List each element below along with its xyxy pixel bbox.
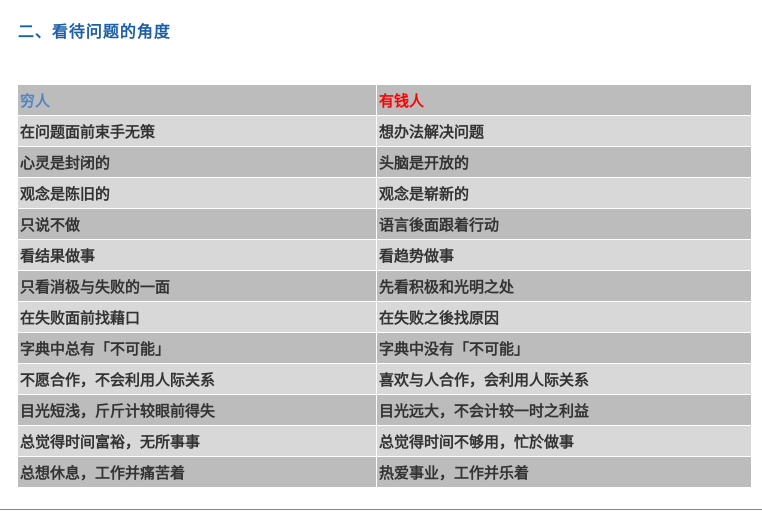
cell-poor: 只看消极与失败的一面 bbox=[17, 270, 377, 302]
cell-rich: 在失败之後找原因 bbox=[376, 301, 752, 333]
cell-poor: 只说不做 bbox=[17, 208, 377, 240]
cell-poor: 心灵是封闭的 bbox=[17, 146, 377, 178]
cell-poor: 在问题面前束手无策 bbox=[17, 115, 377, 147]
cell-poor: 在失败面前找藉口 bbox=[17, 301, 377, 333]
cell-rich: 想办法解决问题 bbox=[376, 115, 752, 147]
table-row: 在问题面前束手无策 想办法解决问题 bbox=[17, 115, 752, 147]
table-row: 目光短浅，斤斤计较眼前得失 目光远大，不会计较一时之利益 bbox=[17, 394, 752, 426]
cell-poor: 观念是陈旧的 bbox=[17, 177, 377, 209]
cell-poor: 目光短浅，斤斤计较眼前得失 bbox=[17, 394, 377, 426]
cell-rich: 看趋势做事 bbox=[376, 239, 752, 271]
table-row: 看结果做事 看趋势做事 bbox=[17, 239, 752, 271]
cell-rich: 观念是崭新的 bbox=[376, 177, 752, 209]
bottom-divider bbox=[0, 509, 762, 510]
cell-poor: 总觉得时间富裕，无所事事 bbox=[17, 425, 377, 457]
table-row: 字典中总有「不可能」 字典中没有「不可能」 bbox=[17, 332, 752, 364]
table-row: 心灵是封闭的 头脑是开放的 bbox=[17, 146, 752, 178]
table-row: 只看消极与失败的一面 先看积极和光明之处 bbox=[17, 270, 752, 302]
cell-poor: 总想休息，工作并痛苦着 bbox=[17, 456, 377, 488]
header-rich: 有钱人 bbox=[376, 84, 752, 116]
cell-poor: 不愿合作，不会利用人际关系 bbox=[17, 363, 377, 395]
table-header-row: 穷人 有钱人 bbox=[17, 84, 752, 116]
cell-rich: 先看积极和光明之处 bbox=[376, 270, 752, 302]
comparison-table: 穷人 有钱人 在问题面前束手无策 想办法解决问题 心灵是封闭的 头脑是开放的 观… bbox=[17, 84, 752, 488]
cell-rich: 热爱事业，工作并乐着 bbox=[376, 456, 752, 488]
table-row: 在失败面前找藉口 在失败之後找原因 bbox=[17, 301, 752, 333]
cell-rich: 目光远大，不会计较一时之利益 bbox=[376, 394, 752, 426]
table-row: 只说不做 语言後面跟着行动 bbox=[17, 208, 752, 240]
cell-rich: 总觉得时间不够用，忙於做事 bbox=[376, 425, 752, 457]
cell-rich: 头脑是开放的 bbox=[376, 146, 752, 178]
cell-poor: 看结果做事 bbox=[17, 239, 377, 271]
table-row: 观念是陈旧的 观念是崭新的 bbox=[17, 177, 752, 209]
cell-rich: 语言後面跟着行动 bbox=[376, 208, 752, 240]
cell-poor: 字典中总有「不可能」 bbox=[17, 332, 377, 364]
header-poor: 穷人 bbox=[17, 84, 377, 116]
table-row: 总想休息，工作并痛苦着 热爱事业，工作并乐着 bbox=[17, 456, 752, 488]
cell-rich: 字典中没有「不可能」 bbox=[376, 332, 752, 364]
section-heading: 二、看待问题的角度 bbox=[18, 22, 172, 41]
table-row: 总觉得时间富裕，无所事事 总觉得时间不够用，忙於做事 bbox=[17, 425, 752, 457]
cell-rich: 喜欢与人合作，会利用人际关系 bbox=[376, 363, 752, 395]
table-row: 不愿合作，不会利用人际关系 喜欢与人合作，会利用人际关系 bbox=[17, 363, 752, 395]
